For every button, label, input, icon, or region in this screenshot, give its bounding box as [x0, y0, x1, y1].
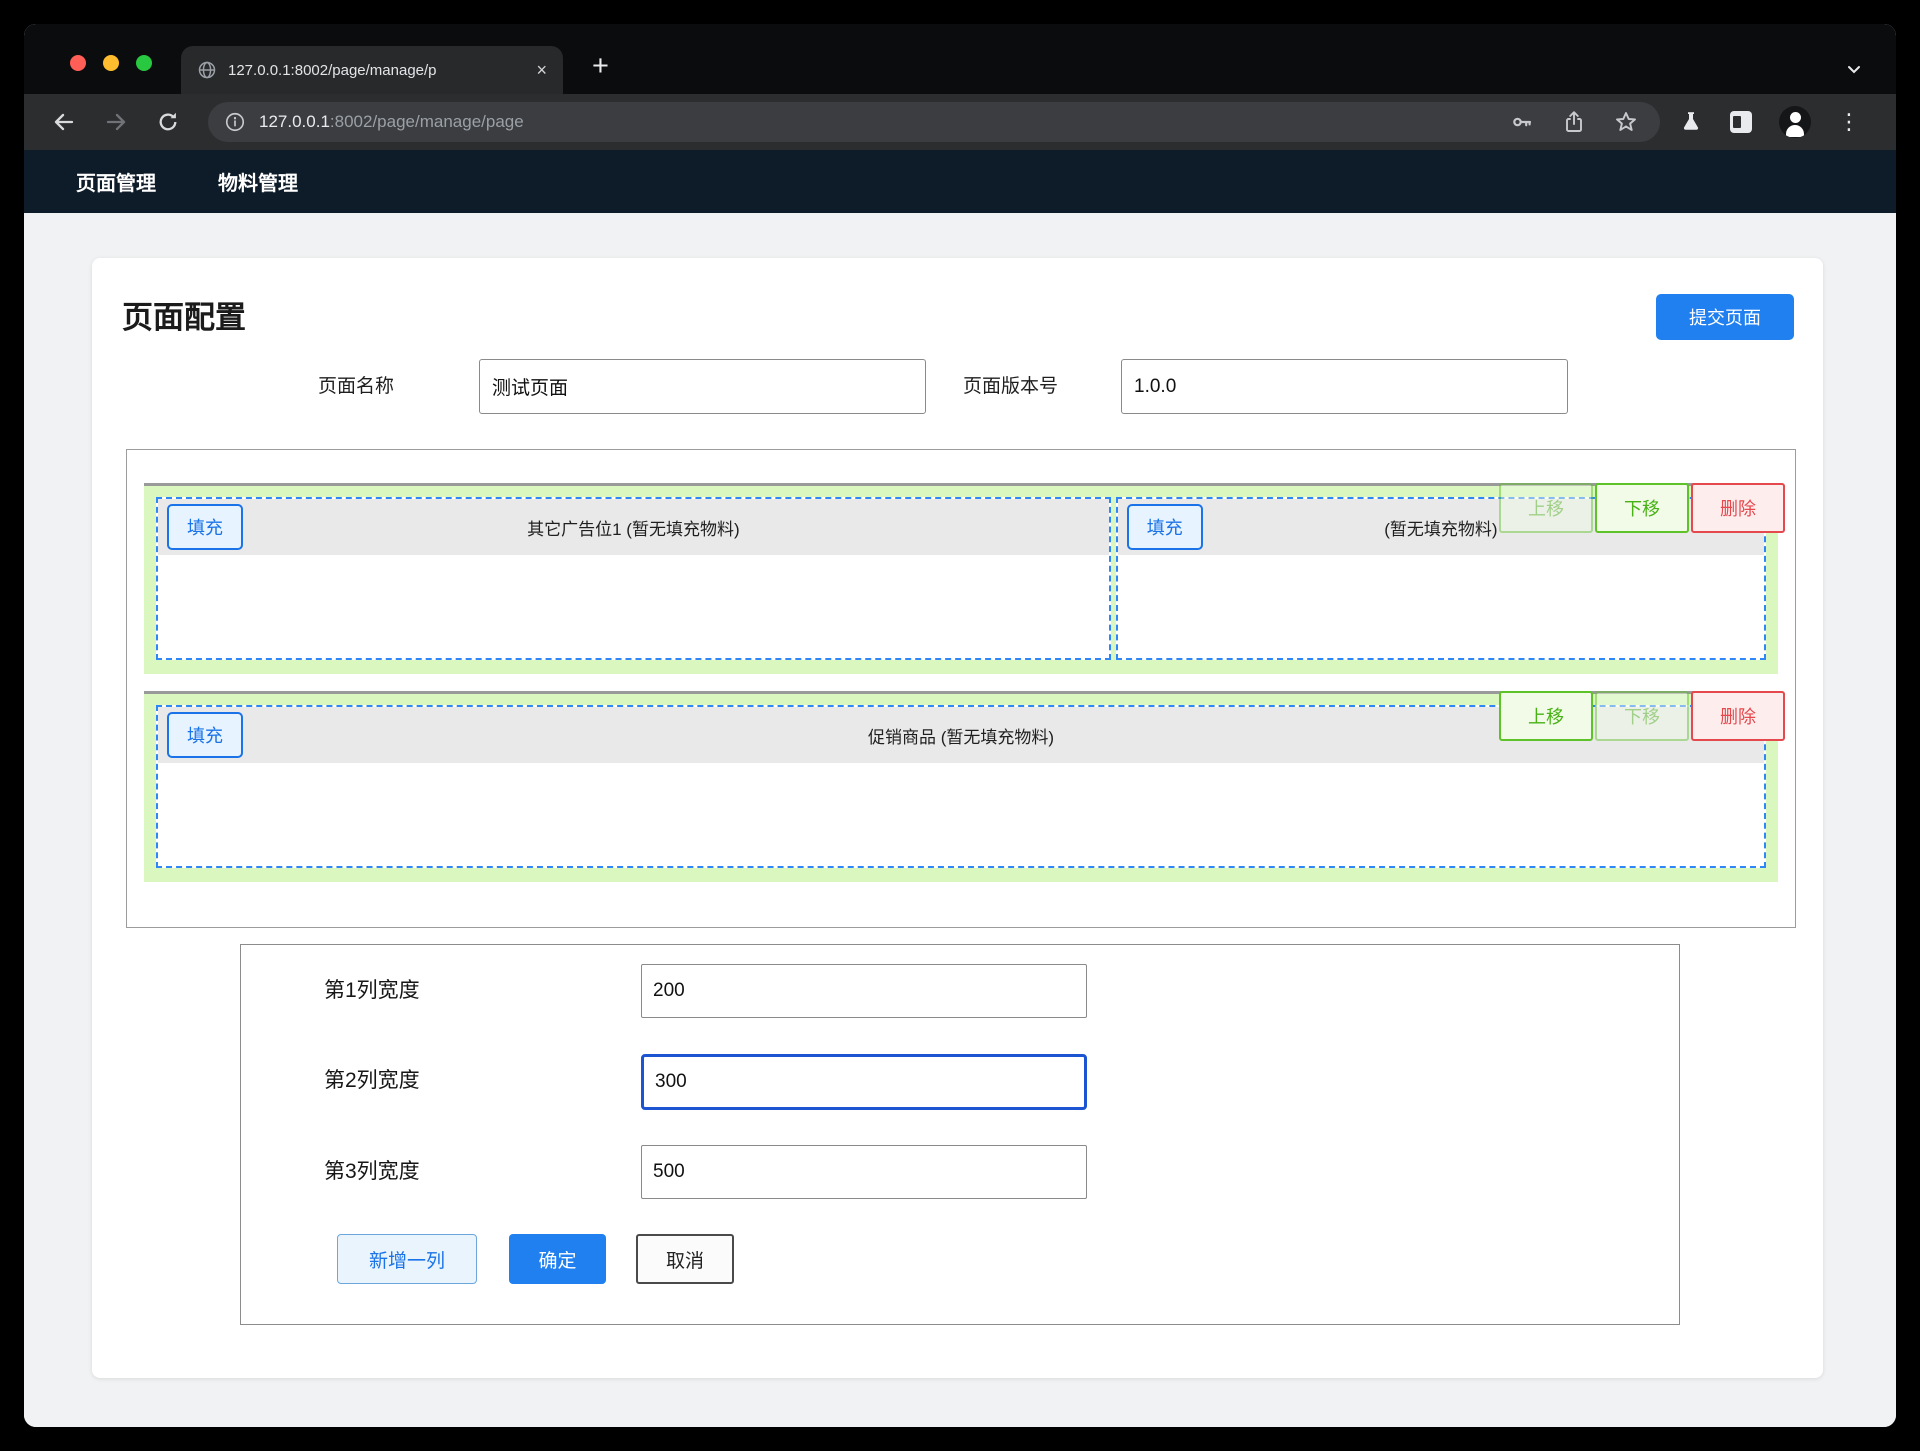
- address-bar[interactable]: 127.0.0.1:8002/page/manage/page: [208, 102, 1660, 142]
- row-actions: 上移 下移 删除: [1499, 691, 1785, 741]
- layout-row: 填充 其它广告位1 (暂无填充物料) 填充 (暂无填充物料) 上移 下移 删除: [144, 483, 1778, 674]
- browser-window: 127.0.0.1:8002/page/manage/p × +: [24, 24, 1896, 1427]
- nav-item-material-manage[interactable]: 物料管理: [218, 167, 298, 196]
- new-tab-button[interactable]: +: [592, 52, 609, 81]
- close-window-button[interactable]: [70, 55, 86, 71]
- url-host: 127.0.0.1: [259, 112, 330, 131]
- url-path: :8002/page/manage/page: [330, 112, 524, 131]
- side-panel-icon[interactable]: [1730, 111, 1752, 133]
- col3-width-label: 第3列宽度: [324, 1145, 420, 1199]
- fill-button[interactable]: 填充: [1127, 504, 1203, 550]
- layout-row: 填充 促销商品 (暂无填充物料) 上移 下移 删除: [144, 691, 1778, 882]
- tab-close-icon[interactable]: ×: [536, 61, 547, 79]
- forward-icon[interactable]: [104, 110, 128, 134]
- col1-width-label: 第1列宽度: [324, 964, 420, 1018]
- column-width-form: 第1列宽度 第2列宽度 第3列宽度 新增一列 确定 取消: [240, 944, 1680, 1325]
- reload-icon[interactable]: [156, 110, 180, 134]
- maximize-window-button[interactable]: [136, 55, 152, 71]
- tab-strip: 127.0.0.1:8002/page/manage/p × +: [24, 24, 1896, 94]
- profile-avatar[interactable]: [1779, 106, 1811, 138]
- menu-dots-icon[interactable]: ⋮: [1838, 111, 1860, 133]
- row-actions: 上移 下移 删除: [1499, 483, 1785, 533]
- page-version-label: 页面版本号: [963, 359, 1058, 414]
- page-title: 页面配置: [122, 292, 246, 337]
- page-version-input[interactable]: [1121, 359, 1568, 414]
- globe-favicon-icon: [197, 60, 217, 80]
- tab-title: 127.0.0.1:8002/page/manage/p: [228, 62, 494, 79]
- col2-width-label: 第2列宽度: [324, 1054, 420, 1108]
- fill-button[interactable]: 填充: [167, 504, 243, 550]
- move-down-button[interactable]: 下移: [1595, 483, 1689, 533]
- delete-row-button[interactable]: 删除: [1691, 691, 1785, 741]
- site-info-icon[interactable]: [224, 111, 246, 133]
- url-text: 127.0.0.1:8002/page/manage/page: [259, 112, 524, 132]
- page-background: 页面配置 提交页面 页面名称 页面版本号 填充 其它广告位1 (暂无填充物料): [24, 213, 1896, 1427]
- confirm-button[interactable]: 确定: [509, 1234, 606, 1284]
- tab-search-chevron-icon[interactable]: [1846, 64, 1862, 76]
- col1-width-input[interactable]: [641, 964, 1087, 1018]
- move-up-button[interactable]: 上移: [1499, 691, 1593, 741]
- cancel-button[interactable]: 取消: [636, 1234, 734, 1284]
- window-controls: [70, 55, 152, 71]
- delete-row-button[interactable]: 删除: [1691, 483, 1785, 533]
- move-down-button: 下移: [1595, 691, 1689, 741]
- share-icon[interactable]: [1563, 110, 1585, 134]
- nav-item-page-manage[interactable]: 页面管理: [76, 167, 156, 196]
- minimize-window-button[interactable]: [103, 55, 119, 71]
- column-header: 填充 其它广告位1 (暂无填充物料): [158, 499, 1109, 555]
- labs-flask-icon[interactable]: [1679, 110, 1703, 134]
- move-up-button: 上移: [1499, 483, 1593, 533]
- page-name-input[interactable]: [479, 359, 926, 414]
- layout-column[interactable]: 填充 其它广告位1 (暂无填充物料): [156, 497, 1111, 660]
- col2-width-input[interactable]: [641, 1054, 1087, 1110]
- browser-toolbar: 127.0.0.1:8002/page/manage/page: [24, 94, 1896, 150]
- layout-rows-container: 填充 其它广告位1 (暂无填充物料) 填充 (暂无填充物料) 上移 下移 删除: [126, 449, 1796, 928]
- fill-button[interactable]: 填充: [167, 712, 243, 758]
- password-key-icon[interactable]: [1510, 110, 1534, 134]
- col3-width-input[interactable]: [641, 1145, 1087, 1199]
- browser-tab[interactable]: 127.0.0.1:8002/page/manage/p ×: [181, 46, 563, 94]
- submit-page-button[interactable]: 提交页面: [1656, 294, 1794, 340]
- page-config-card: 页面配置 提交页面 页面名称 页面版本号 填充 其它广告位1 (暂无填充物料): [92, 258, 1823, 1378]
- column-title: 其它广告位1 (暂无填充物料): [158, 515, 1109, 540]
- bookmark-star-icon[interactable]: [1614, 110, 1638, 134]
- back-icon[interactable]: [52, 110, 76, 134]
- page-name-label: 页面名称: [318, 359, 394, 414]
- site-navbar: 页面管理 物料管理: [24, 150, 1896, 213]
- add-column-button[interactable]: 新增一列: [337, 1234, 477, 1284]
